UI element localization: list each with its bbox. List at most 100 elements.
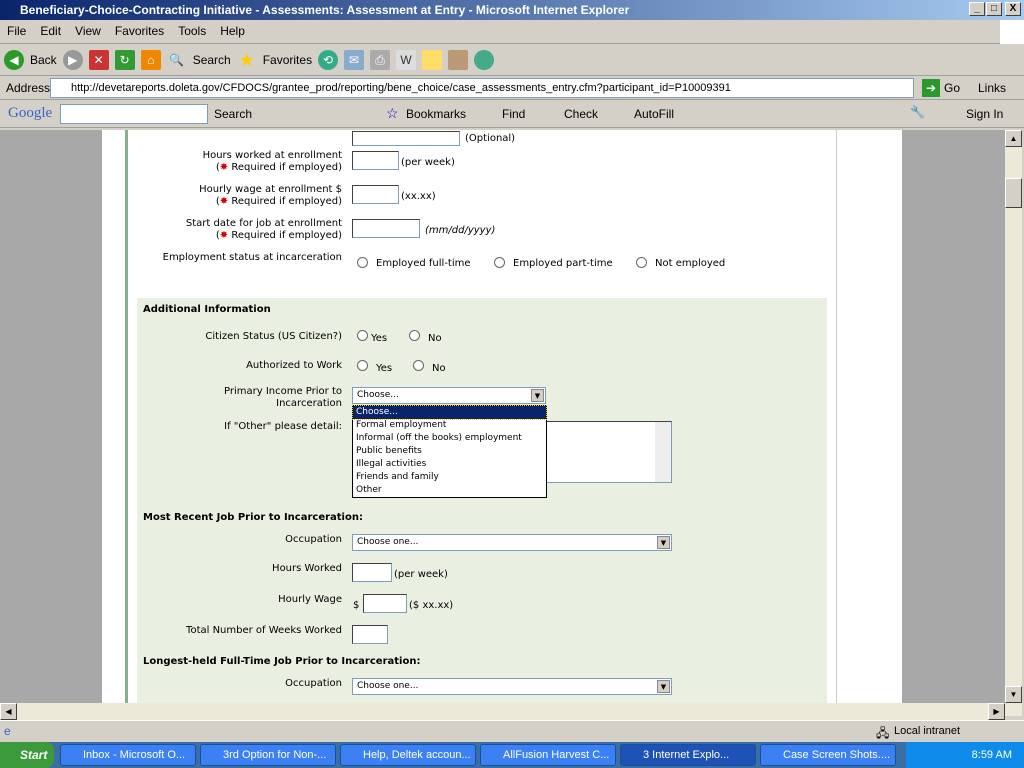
radio-authorized-yes[interactable] (357, 360, 368, 371)
system-tray: 8:59 AM (906, 742, 1024, 768)
dropdown-option[interactable]: Friends and family (353, 471, 546, 484)
scroll-right-button[interactable]: ▶ (988, 703, 1005, 720)
start-date-input[interactable] (352, 219, 420, 238)
address-input[interactable]: http://devetareports.doleta.gov/CFDOCS/g… (50, 78, 914, 98)
task-email-1[interactable]: 3rd Option for Non-... (200, 744, 336, 766)
title-bar: Beneficiary-Choice-Contracting Initiativ… (0, 0, 1024, 20)
menu-edit[interactable]: Edit (33, 20, 68, 42)
search-button[interactable]: Search (193, 53, 231, 67)
dropdown-option[interactable]: Informal (off the books) employment (353, 432, 546, 445)
menu-favorites[interactable]: Favorites (108, 20, 171, 42)
selected-value: Choose... (357, 390, 399, 400)
radio-employed-part-time[interactable] (494, 257, 505, 268)
hourly-wage-input[interactable] (363, 594, 407, 613)
scroll-thumb[interactable] (1005, 178, 1022, 208)
find-button[interactable]: Find (502, 107, 525, 121)
bookmarks-button[interactable]: Bookmarks (406, 107, 466, 121)
hours-label: Hours worked at enrollment (202, 150, 342, 161)
task-internet-explorer[interactable]: 3 Internet Explo... (620, 744, 756, 766)
back-icon[interactable]: ◀ (4, 49, 24, 70)
dropdown-option[interactable]: Choose... (352, 405, 547, 420)
messenger-icon[interactable] (474, 49, 495, 70)
task-label: 3rd Option for Non-... (223, 749, 327, 761)
per-week-hint: (per week) (394, 569, 448, 580)
google-search-button[interactable]: Search (214, 107, 252, 121)
google-toolbar: Google Search ☆ Bookmarks Find Check Aut… (0, 100, 1024, 128)
dropdown-option[interactable]: Illegal activities (353, 458, 546, 471)
forward-icon[interactable]: ▶ (62, 49, 83, 70)
optional-hint: (Optional) (465, 133, 516, 144)
chevron-down-icon[interactable]: ▼ (657, 680, 670, 693)
scroll-down-button[interactable]: ▼ (1005, 686, 1022, 703)
taskbar: Start Inbox - Microsoft O... 3rd Option … (0, 742, 1024, 768)
ie-page-icon: e (4, 724, 11, 738)
minimize-button[interactable]: _ (969, 2, 985, 16)
start-button[interactable]: Start (0, 742, 54, 768)
menu-view[interactable]: View (68, 20, 108, 42)
start-date-label: Start date for job at enrollment (185, 218, 342, 229)
longest-occupation-select[interactable]: Choose one... ▼ (352, 678, 672, 695)
menu-bar: File Edit View Favorites Tools Help (0, 20, 1024, 44)
hours-worked-label: Hours Worked (272, 563, 342, 574)
hours-input[interactable] (352, 151, 399, 170)
scroll-up-button[interactable]: ▲ (1005, 130, 1022, 147)
wage-input[interactable] (352, 185, 399, 204)
dropdown-option[interactable]: Public benefits (353, 445, 546, 458)
radio-citizen-yes[interactable] (357, 330, 368, 341)
menu-tools[interactable]: Tools (171, 20, 213, 42)
horizontal-scrollbar[interactable]: ◀ ▶ (0, 703, 1005, 720)
dropdown-option[interactable]: Formal employment (353, 419, 546, 432)
task-email-2[interactable]: Help, Deltek accoun... (340, 744, 476, 766)
task-label: Case Screen Shots.... (783, 749, 890, 761)
back-button[interactable]: Back (30, 53, 57, 67)
hours-worked-input[interactable] (352, 563, 392, 582)
task-allfusion[interactable]: AllFusion Harvest C... (480, 744, 616, 766)
weeks-worked-input[interactable] (352, 625, 388, 644)
stop-icon[interactable]: ✕ (88, 49, 109, 70)
check-button[interactable]: Check (564, 107, 598, 121)
weeks-worked-label: Total Number of Weeks Worked (186, 625, 342, 636)
task-outlook[interactable]: Inbox - Microsoft O... (60, 744, 196, 766)
scroll-left-button[interactable]: ◀ (0, 703, 17, 720)
textarea-scrollbar[interactable] (655, 422, 671, 482)
history-icon[interactable]: ⟲ (318, 49, 339, 70)
links-button[interactable]: Links (978, 81, 1006, 95)
wrench-icon[interactable]: 🔧 (910, 105, 925, 119)
search-icon[interactable]: 🔍 (167, 50, 187, 70)
radio-citizen-no[interactable] (409, 330, 420, 341)
radio-not-employed[interactable] (636, 257, 647, 268)
go-button[interactable]: Go (944, 81, 960, 95)
menu-file[interactable]: File (0, 20, 33, 42)
google-search-input[interactable] (60, 104, 208, 124)
chevron-down-icon[interactable]: ▼ (657, 536, 670, 549)
home-icon[interactable]: ⌂ (140, 49, 161, 70)
recent-occupation-select[interactable]: Choose one... ▼ (352, 534, 672, 551)
autofill-button[interactable]: AutoFill (634, 107, 674, 121)
print-icon[interactable]: ⎙ (370, 49, 391, 70)
income-label-2: Incarceration (276, 398, 342, 409)
edit-word-icon[interactable]: W (396, 49, 417, 70)
chevron-down-icon[interactable]: ▼ (531, 389, 544, 402)
favorites-icon[interactable]: ★ (237, 50, 257, 70)
maximize-button[interactable]: □ (986, 2, 1002, 16)
optional-input[interactable] (352, 131, 460, 146)
right-border (836, 130, 837, 716)
radio-authorized-no[interactable] (413, 360, 424, 371)
address-label: Address (6, 81, 51, 95)
favorites-button[interactable]: Favorites (263, 53, 312, 67)
close-button[interactable]: X (1005, 2, 1021, 16)
primary-income-select[interactable]: Choose... ▼ (352, 387, 546, 404)
mail-icon[interactable]: ✉ (344, 49, 365, 70)
menu-help[interactable]: Help (213, 20, 252, 42)
per-week-hint: (per week) (401, 157, 455, 168)
research-icon[interactable] (448, 49, 469, 70)
vertical-scrollbar[interactable]: ▲ ▼ (1005, 130, 1022, 716)
option-label: Employed full-time (376, 258, 471, 269)
notes-icon[interactable] (422, 49, 443, 70)
sign-in-button[interactable]: Sign In (966, 107, 1003, 121)
radio-employed-full-time[interactable] (357, 257, 368, 268)
refresh-icon[interactable]: ↻ (114, 49, 135, 70)
dropdown-option[interactable]: Other (353, 484, 546, 497)
go-icon[interactable]: ➔ (922, 79, 940, 97)
task-word[interactable]: Case Screen Shots.... (760, 744, 896, 766)
